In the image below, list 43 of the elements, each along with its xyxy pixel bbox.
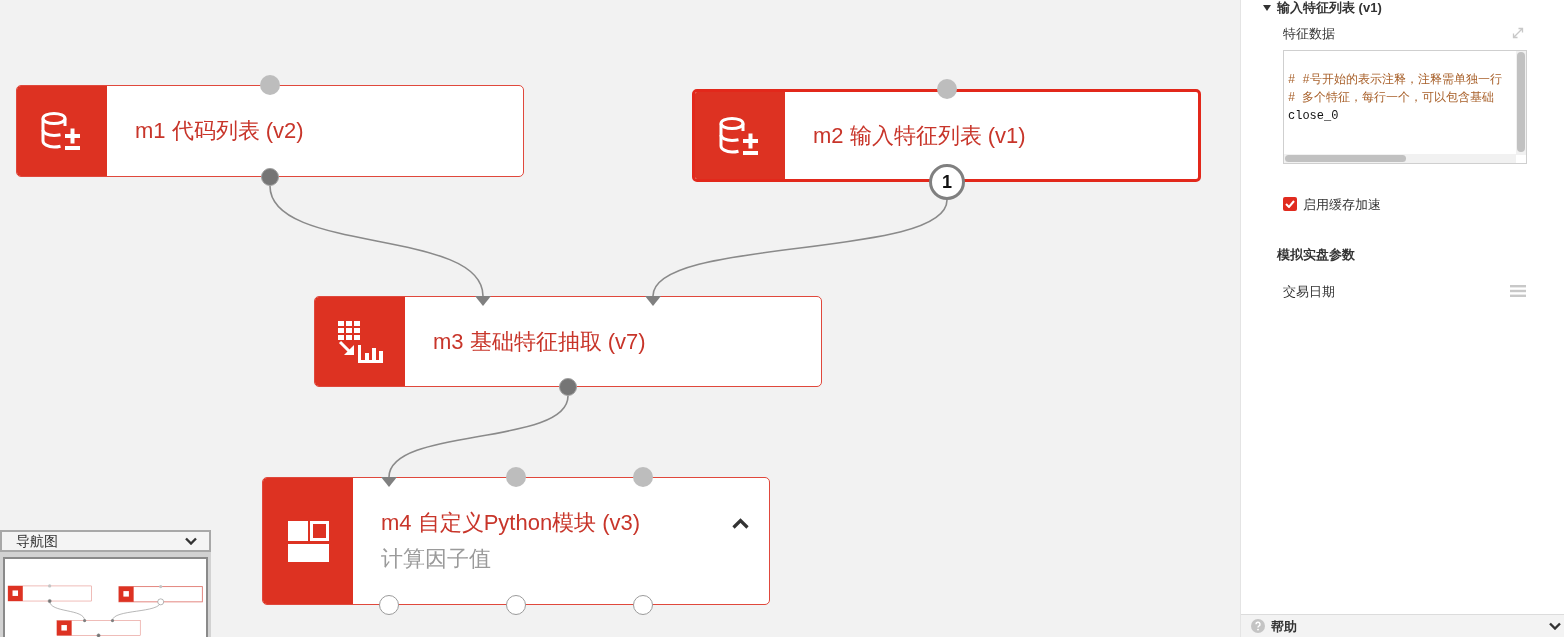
node-title: m4 自定义Python模块 (v3) — [381, 509, 641, 537]
port-icon[interactable] — [379, 595, 399, 615]
node-title: m2 输入特征列表 (v1) — [813, 121, 1026, 150]
navigator-header[interactable]: 导航图 — [0, 530, 211, 552]
param-label: 交易日期 — [1283, 284, 1335, 298]
node-description: 计算因子值 — [381, 545, 492, 573]
field-label: 特征数据 — [1283, 26, 1335, 40]
port-icon[interactable] — [633, 595, 653, 615]
checkbox-label: 启用缓存加速 — [1303, 197, 1381, 211]
database-plus-icon — [719, 116, 761, 155]
code-line: close_0 — [1288, 108, 1340, 125]
help-label: 帮助 — [1271, 619, 1297, 633]
layout-blocks-icon — [287, 520, 329, 562]
node-title: m3 基础特征抽取 (v7) — [433, 327, 646, 356]
input-arrow-icon[interactable] — [381, 477, 397, 487]
checkbox[interactable] — [1283, 197, 1297, 211]
module-title: 输入特征列表 (v1) — [1277, 0, 1382, 15]
checkmark-icon — [1285, 200, 1295, 208]
input-arrow-icon[interactable] — [475, 296, 491, 306]
node-title: m1 代码列表 (v2) — [135, 117, 304, 145]
minimap[interactable] — [3, 557, 208, 637]
port-icon[interactable] — [506, 595, 526, 615]
module-node[interactable]: m1 代码列表 (v2) — [16, 85, 524, 177]
help-icon — [1251, 619, 1265, 633]
code-line: # #号开始的表示注释，注释需单独一行 — [1288, 72, 1503, 89]
navigator-title: 导航图 — [16, 534, 58, 548]
scrollbar-thumb[interactable] — [1285, 155, 1406, 162]
minimap-link — [49, 600, 85, 621]
caret-icon[interactable] — [1263, 4, 1271, 11]
port-count-badge[interactable]: 1 — [929, 164, 965, 200]
module-node[interactable]: m3 基础特征抽取 (v7) — [314, 296, 822, 387]
input-arrow-icon[interactable] — [645, 296, 661, 306]
code-line: # 多个特征，每行一个，可以包含基础 — [1288, 90, 1496, 107]
grid-chart-icon — [337, 320, 383, 363]
module-node[interactable]: m4 自定义Python模块 (v3) 计算因子值 — [262, 477, 770, 605]
scrollbar-thumb[interactable] — [1517, 52, 1525, 152]
code-editor[interactable]: # #号开始的表示注释，注释需单独一行 # 多个特征，每行一个，可以包含基础 close_0 — [1283, 50, 1527, 164]
database-plus-icon — [41, 112, 83, 150]
section-title: 模拟实盘参数 — [1277, 247, 1355, 261]
chevron-down-icon[interactable] — [185, 537, 197, 545]
chevron-up-icon[interactable] — [732, 517, 749, 529]
help-bar[interactable]: 帮助 — [1241, 614, 1564, 637]
chevron-down-icon[interactable] — [1549, 622, 1561, 630]
